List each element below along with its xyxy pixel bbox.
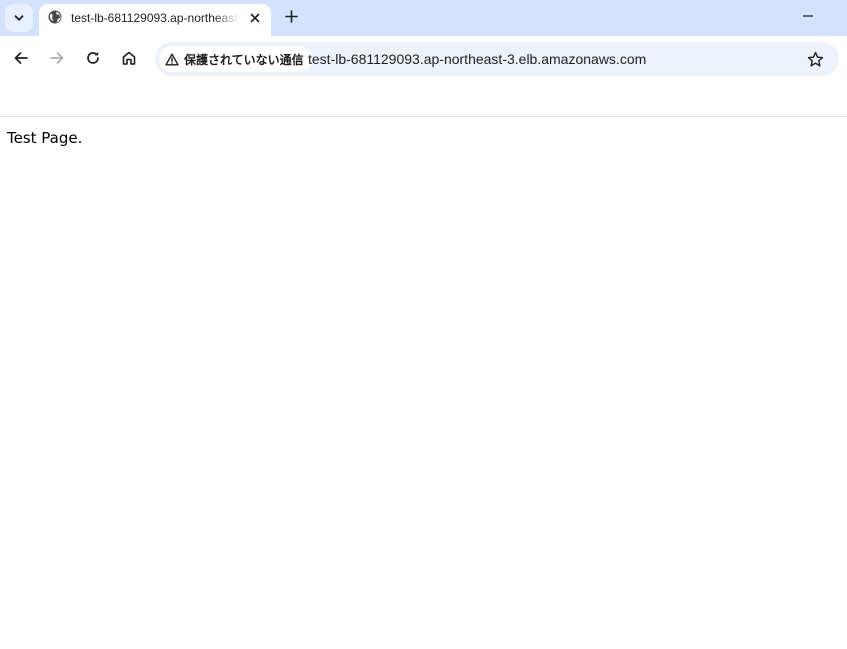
content-divider [0,116,847,117]
forward-button[interactable] [45,46,69,70]
page-text: Test Page. [7,129,83,147]
tab-close-button[interactable] [245,8,265,28]
close-icon [250,13,260,23]
globe-icon [48,10,62,24]
back-arrow-icon [14,52,28,64]
url-text[interactable]: test-lb-681129093.ap-northeast-3.elb.ama… [308,50,646,68]
tab-strip: test-lb-681129093.ap-northeast-3.elb.ama… [0,0,847,36]
warning-icon [165,53,179,65]
browser-toolbar: 保護されていない通信 test-lb-681129093.ap-northeas… [0,36,847,82]
active-tab[interactable]: test-lb-681129093.ap-northeast-3.elb.ama… [39,4,271,36]
security-label: 保護されていない通信 [184,52,304,67]
address-bar[interactable]: 保護されていない通信 test-lb-681129093.ap-northeas… [155,42,839,76]
star-icon [807,51,823,67]
new-tab-button[interactable] [280,5,302,27]
home-icon [122,51,136,65]
back-button[interactable] [9,46,33,70]
plus-icon [284,9,298,23]
reload-button[interactable] [81,46,105,70]
reload-icon [87,51,99,64]
security-chip[interactable]: 保護されていない通信 [159,46,312,72]
tab-title: test-lb-681129093.ap-northeast-3.elb.ama… [71,11,239,25]
minimize-icon [803,15,813,17]
minimize-button[interactable] [795,6,821,26]
chevron-down-icon [14,15,24,21]
bookmark-button[interactable] [805,49,825,69]
page-content: Test Page. [0,82,847,649]
forward-arrow-icon [50,52,64,64]
home-button[interactable] [117,46,141,70]
tab-search-button[interactable] [5,4,33,32]
